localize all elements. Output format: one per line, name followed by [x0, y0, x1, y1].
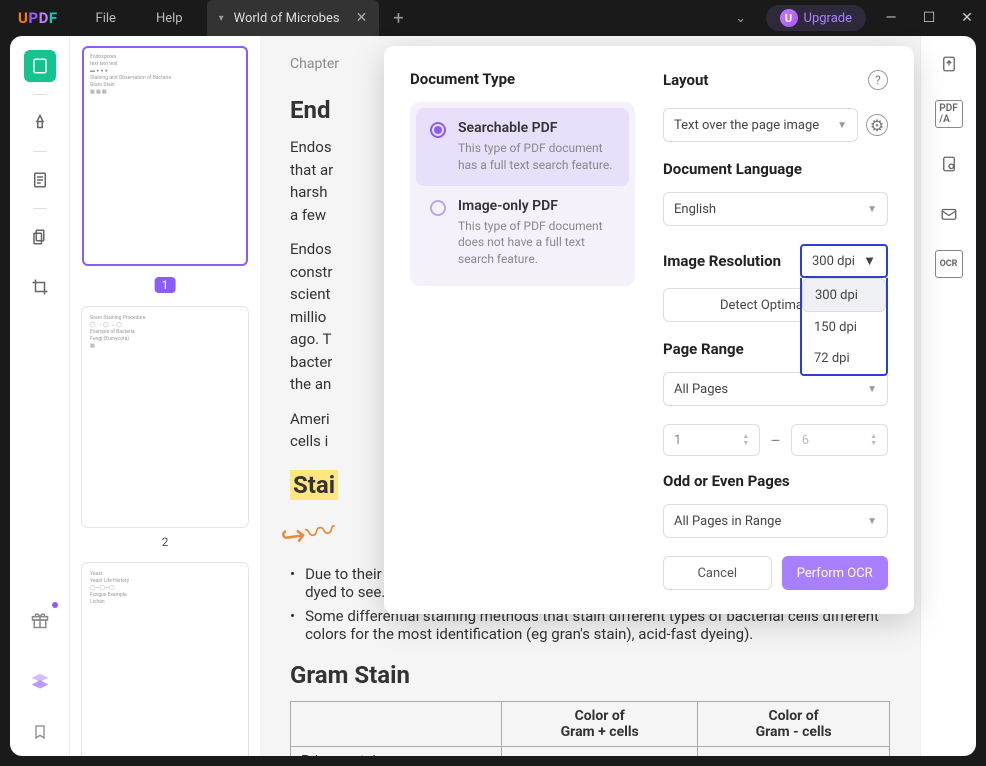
copy-tool-icon[interactable]	[24, 221, 56, 253]
notification-dot-icon	[52, 602, 58, 608]
select-value: All Pages in Range	[674, 514, 781, 529]
page-thumbnail-2[interactable]: Gram Staining Procedure◯ → ◯ → ◯Example …	[82, 307, 248, 527]
layers-icon[interactable]	[24, 666, 56, 698]
document-type-group: Searchable PDF This type of PDF document…	[410, 102, 635, 286]
option-description: This type of PDF document does not have …	[458, 218, 615, 268]
page-to-input[interactable]: 6 ▲▼	[791, 424, 888, 456]
resolution-heading: Image Resolution	[663, 252, 781, 270]
page-number-2: 2	[82, 535, 248, 549]
left-tool-rail	[10, 36, 70, 756]
page-thumbnail-3[interactable]: YeastYeast Life History◯—◯—◯Fungus Examp…	[82, 563, 248, 756]
help-icon[interactable]: ?	[868, 70, 888, 90]
layout-select[interactable]: Text over the page image ▼	[663, 108, 858, 142]
crop-tool-icon[interactable]	[24, 271, 56, 303]
radio-icon	[430, 122, 446, 138]
resolution-select[interactable]: 300 dpi ▼	[800, 244, 888, 278]
image-only-pdf-option[interactable]: Image-only PDF This type of PDF document…	[416, 186, 629, 280]
right-tool-rail: PDF/A OCR	[920, 36, 976, 756]
select-value: English	[674, 202, 716, 217]
searchable-pdf-option[interactable]: Searchable PDF This type of PDF document…	[416, 108, 629, 186]
cancel-button[interactable]: Cancel	[663, 556, 772, 590]
menu-help[interactable]: Help	[136, 11, 203, 26]
app-logo: UPDF	[0, 9, 76, 27]
upgrade-label: Upgrade	[804, 11, 852, 26]
resolution-option-300[interactable]: 300 dpi	[802, 278, 886, 312]
tab-title: World of Microbes	[234, 11, 340, 26]
language-heading: Document Language	[663, 160, 888, 178]
input-value: 1	[674, 433, 681, 448]
close-tab-icon[interactable]: ✕	[356, 10, 368, 26]
language-select[interactable]: English ▼	[663, 192, 888, 226]
resolution-dropdown: 300 dpi 150 dpi 72 dpi	[800, 278, 888, 376]
resolution-select-wrap: 300 dpi ▼ 300 dpi 150 dpi 72 dpi	[800, 244, 888, 278]
upgrade-badge-icon: U	[780, 9, 798, 27]
mail-icon[interactable]	[935, 200, 963, 228]
resolution-option-72[interactable]: 72 dpi	[802, 343, 886, 374]
radio-icon	[430, 200, 446, 216]
page-number-1: 1	[155, 277, 176, 293]
heading-gram-stain: Gram Stain	[290, 661, 890, 689]
ocr-settings-panel: Document Type Searchable PDF This type o…	[384, 46, 914, 614]
thumbnail-panel: Endosporestext text text▬ ● ● ●Staining …	[70, 36, 260, 756]
export-icon[interactable]	[935, 50, 963, 78]
gram-stain-table: Color of Gram + cells Color of Gram - ce…	[290, 701, 890, 757]
input-value: 6	[802, 433, 809, 448]
add-tab-button[interactable]: +	[379, 8, 417, 29]
chevron-down-icon: ▼	[867, 204, 877, 215]
maximize-button[interactable]: ☐	[910, 0, 948, 36]
chevron-down-icon: ▼	[863, 253, 876, 269]
chevron-down-icon: ▼	[867, 516, 877, 527]
protect-icon[interactable]	[935, 150, 963, 178]
stepper-icon[interactable]: ▲▼	[742, 433, 749, 447]
odd-even-select[interactable]: All Pages in Range ▼	[663, 504, 888, 538]
document-type-heading: Document Type	[410, 70, 635, 88]
upgrade-button[interactable]: U Upgrade	[766, 5, 866, 31]
ocr-icon[interactable]: OCR	[935, 250, 963, 278]
tab-bar: ▾ World of Microbes ✕ +	[203, 0, 418, 36]
page-from-input[interactable]: 1 ▲▼	[663, 424, 760, 456]
document-tab[interactable]: ▾ World of Microbes ✕	[207, 0, 380, 36]
stepper-icon[interactable]: ▲▼	[870, 433, 877, 447]
page-range-select[interactable]: All Pages ▼	[663, 372, 888, 406]
option-title: Image-only PDF	[458, 198, 615, 214]
title-bar: UPDF File Help ▾ World of Microbes ✕ + ⌄…	[0, 0, 986, 36]
menu-file[interactable]: File	[76, 11, 136, 26]
table-header: Color of Gram + cells	[502, 701, 698, 746]
form-tool-icon[interactable]	[24, 164, 56, 196]
squiggle-annotation-icon: ↪〰	[277, 505, 338, 556]
history-dropdown-icon[interactable]: ⌄	[722, 11, 760, 26]
close-window-button[interactable]: ✕	[948, 0, 986, 36]
option-description: This type of PDF document has a full tex…	[458, 140, 615, 174]
layout-settings-icon[interactable]: ⚙	[866, 114, 888, 136]
bookmark-icon[interactable]	[24, 716, 56, 748]
minimize-button[interactable]: —	[872, 0, 910, 36]
select-value: Text over the page image	[674, 118, 819, 133]
table-row-label: Primary stain: Crystal violet	[291, 746, 502, 756]
select-value: All Pages	[674, 382, 728, 397]
thumbnails-tool-icon[interactable]	[24, 50, 56, 82]
range-dash: –	[770, 431, 781, 450]
page-thumbnail-1[interactable]: Endosporestext text text▬ ● ● ●Staining …	[82, 46, 248, 266]
gift-icon[interactable]	[24, 604, 56, 636]
table-header: Color of Gram - cells	[698, 701, 890, 746]
perform-ocr-button[interactable]: Perform OCR	[782, 556, 889, 590]
chevron-down-icon: ▼	[837, 120, 847, 131]
option-title: Searchable PDF	[458, 120, 615, 136]
pdfa-icon[interactable]: PDF/A	[935, 100, 963, 128]
highlighter-tool-icon[interactable]	[24, 107, 56, 139]
tab-dropdown-icon[interactable]: ▾	[219, 13, 224, 24]
select-value: 300 dpi	[812, 254, 855, 269]
layout-heading: Layout	[663, 71, 708, 89]
chevron-down-icon: ▼	[867, 384, 877, 395]
resolution-option-150[interactable]: 150 dpi	[802, 312, 886, 343]
odd-even-heading: Odd or Even Pages	[663, 472, 888, 490]
